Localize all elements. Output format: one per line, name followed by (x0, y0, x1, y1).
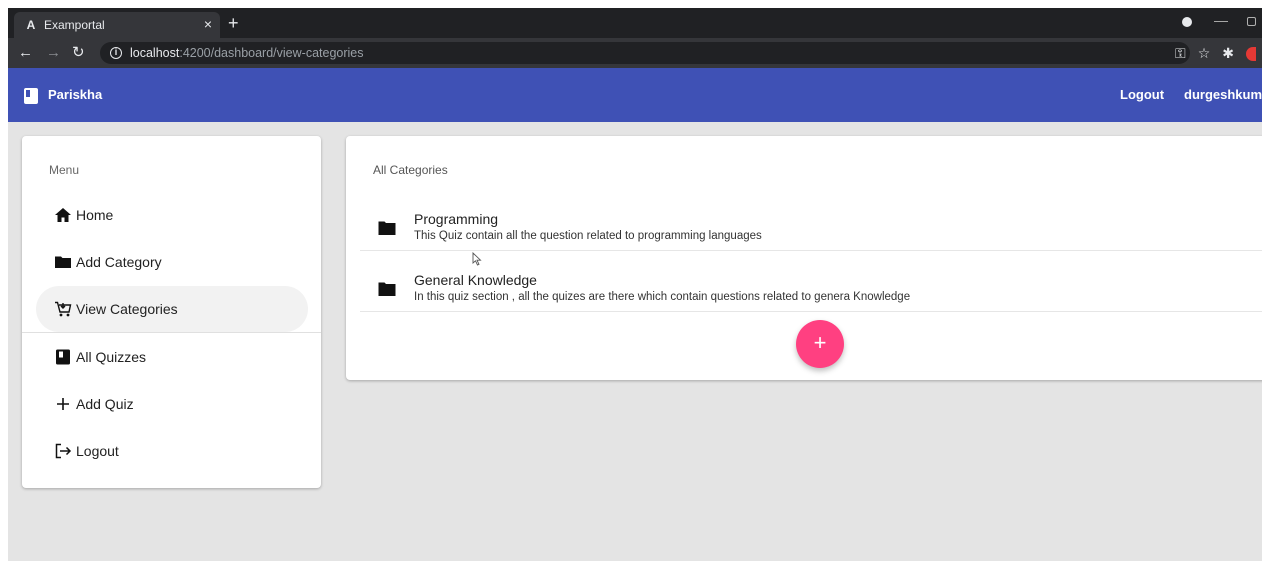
book-icon (24, 88, 38, 104)
list-divider (360, 311, 1262, 312)
tab-close-icon[interactable]: × (204, 16, 212, 32)
list-item-category[interactable]: Programming This Quiz contain all the qu… (360, 198, 1262, 258)
sidebar-menu: Menu Home Add Category View Categories A… (22, 136, 321, 488)
star-icon[interactable]: ☆ (1198, 45, 1211, 61)
home-icon (55, 208, 71, 222)
key-icon[interactable]: ⚿ (1175, 45, 1186, 61)
folder-icon (55, 256, 71, 268)
sidebar-item-label: Add Category (76, 254, 162, 270)
sidebar-item-label: All Quizzes (76, 349, 147, 365)
sidebar-item-label: View Categories (76, 301, 178, 317)
cart-icon (55, 301, 72, 317)
plus-icon (57, 398, 69, 410)
browser-window: A Examportal × + — ← → ↻ i localhost:420… (8, 8, 1262, 561)
mouse-cursor-icon (472, 252, 482, 266)
tab-title: Examportal (44, 18, 105, 32)
address-bar: ← → ↻ i localhost:4200/dashboard/view-ca… (8, 38, 1262, 68)
forward-icon[interactable]: → (46, 44, 61, 62)
folder-icon (378, 221, 396, 235)
sidebar-item-add-category[interactable]: Add Category (36, 239, 308, 285)
page-title: All Categories (373, 163, 448, 177)
add-category-fab[interactable]: + (796, 320, 844, 368)
category-name: General Knowledge (414, 272, 537, 288)
browser-tab[interactable]: A Examportal × (14, 12, 220, 38)
book-icon (56, 349, 70, 365)
sidebar-item-label: Logout (76, 443, 119, 459)
url-path: :4200/dashboard/view-categories (179, 46, 364, 60)
brand-title[interactable]: Pariskha (48, 87, 102, 103)
category-description: In this quiz section , all the quizes ar… (414, 291, 911, 303)
url-text: localhost:4200/dashboard/view-categories (130, 42, 364, 64)
sidebar-item-view-categories[interactable]: View Categories (36, 286, 308, 332)
sidebar-item-label: Home (76, 207, 114, 223)
url-field[interactable]: i localhost:4200/dashboard/view-categori… (100, 42, 1190, 64)
puzzle-icon[interactable]: ✱ (1222, 45, 1234, 61)
folder-icon (378, 282, 396, 296)
tab-bar: A Examportal × + — (8, 8, 1262, 38)
back-icon[interactable]: ← (18, 44, 33, 62)
sidebar-item-label: Add Quiz (76, 396, 134, 412)
minimize-icon[interactable]: — (1214, 12, 1228, 28)
sidebar-item-add-quiz[interactable]: Add Quiz (36, 381, 308, 427)
reload-icon[interactable]: ↻ (72, 44, 85, 62)
toolbar-logout-button[interactable]: Logout (1120, 87, 1164, 103)
url-host: localhost (130, 46, 180, 60)
maximize-icon[interactable] (1247, 17, 1256, 26)
menu-divider (22, 332, 321, 333)
address-bar-icons: ⚿ ☆ ✱ (1163, 44, 1256, 62)
extension-icon[interactable] (1246, 47, 1256, 62)
app-toolbar: Pariskha Logout durgeshkuma (8, 68, 1262, 122)
new-tab-icon[interactable]: + (228, 13, 239, 33)
category-name: Programming (414, 211, 499, 227)
sidebar-item-all-quizzes[interactable]: All Quizzes (36, 334, 308, 380)
sidebar-item-home[interactable]: Home (36, 192, 308, 238)
profile-icon[interactable] (1182, 17, 1192, 27)
tab-favicon: A (26, 18, 36, 32)
category-description: This Quiz contain all the question relat… (414, 230, 762, 242)
list-divider (360, 250, 1262, 251)
logout-icon (55, 443, 72, 459)
list-item-category[interactable]: General Knowledge In this quiz section ,… (360, 259, 1262, 319)
menu-heading: Menu (49, 163, 80, 177)
sidebar-item-logout[interactable]: Logout (36, 428, 308, 474)
toolbar-user-button[interactable]: durgeshkuma (1184, 87, 1262, 103)
site-info-icon[interactable]: i (110, 47, 122, 59)
